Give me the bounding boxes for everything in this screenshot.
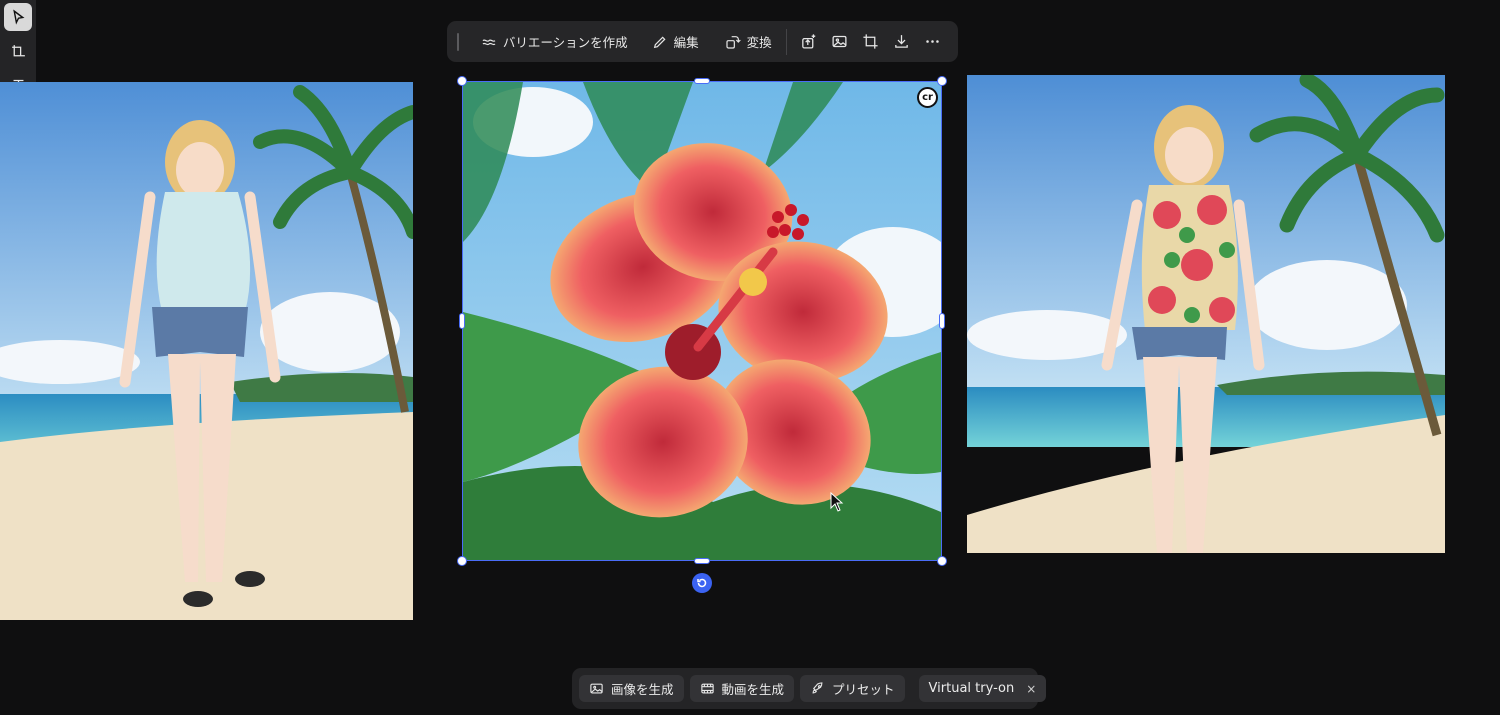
resize-handle-bottom-left[interactable]	[457, 556, 467, 566]
transform-button[interactable]: 変換	[717, 27, 780, 57]
generate-video-label: 動画を生成	[721, 682, 785, 697]
beach-girl-image[interactable]	[0, 82, 413, 620]
rotate-icon	[697, 578, 707, 588]
pointer-icon	[12, 8, 24, 25]
generate-image-button[interactable]: 画像を生成	[579, 675, 684, 702]
resize-handle-top-right[interactable]	[937, 76, 947, 86]
bottom-toolbar: 画像を生成 動画を生成 プリセット Virtual try-on ×	[572, 668, 1047, 709]
transform-label: 変換	[746, 35, 772, 50]
top-toolbar: バリエーションを作成 編集 変換	[447, 21, 958, 62]
download-icon	[895, 35, 908, 48]
create-variation-button[interactable]: バリエーションを作成	[473, 27, 636, 57]
content-credentials-badge[interactable]: cr	[917, 87, 938, 108]
film-icon	[700, 683, 714, 694]
resize-handle-top-left[interactable]	[457, 76, 467, 86]
edit-label: 編集	[673, 35, 699, 50]
canvas[interactable]: バリエーションを作成 編集 変換 cr 画像を生成 動画を生成 プリセット Vi…	[0, 0, 1500, 715]
image-button[interactable]	[824, 27, 855, 57]
resize-handle-bottom[interactable]	[694, 558, 710, 564]
create-variation-label: バリエーションを作成	[502, 35, 628, 50]
rotate-handle[interactable]	[692, 573, 712, 593]
toolbar-divider	[785, 28, 787, 55]
edit-button[interactable]: 編集	[644, 27, 707, 57]
preset-button[interactable]: プリセット	[800, 675, 905, 702]
preset-label: プリセット	[832, 682, 895, 697]
frame-tool[interactable]	[4, 37, 32, 65]
upscale-button[interactable]	[793, 27, 824, 57]
resize-handle-top[interactable]	[694, 78, 710, 84]
more-icon	[926, 40, 939, 43]
image-icon	[832, 35, 847, 48]
download-button[interactable]	[886, 27, 917, 57]
crop-button[interactable]	[855, 27, 886, 57]
transform-icon	[726, 35, 741, 49]
mouse-cursor-icon	[830, 492, 844, 512]
resize-handle-right[interactable]	[939, 313, 945, 329]
frame-icon	[11, 44, 25, 56]
virtual-tryon-chip[interactable]: Virtual try-on ×	[918, 675, 1047, 702]
hibiscus-image[interactable]	[463, 82, 941, 560]
pencil-icon	[653, 35, 666, 48]
crop-icon	[863, 34, 878, 49]
generate-image-label: 画像を生成	[611, 682, 674, 697]
try-on-result-image[interactable]	[967, 75, 1445, 553]
upscale-icon	[801, 34, 815, 49]
generate-video-button[interactable]: 動画を生成	[689, 675, 795, 702]
more-button[interactable]	[917, 27, 948, 57]
wave-icon	[482, 39, 496, 45]
resize-handle-left[interactable]	[459, 313, 465, 329]
resize-handle-bottom-right[interactable]	[937, 556, 947, 566]
image-icon	[590, 683, 603, 694]
select-tool[interactable]	[4, 3, 32, 31]
virtual-tryon-label: Virtual try-on	[928, 681, 1015, 696]
rocket-icon	[812, 682, 823, 694]
toolbar-grip[interactable]	[457, 32, 459, 51]
close-icon[interactable]: ×	[1026, 682, 1036, 696]
